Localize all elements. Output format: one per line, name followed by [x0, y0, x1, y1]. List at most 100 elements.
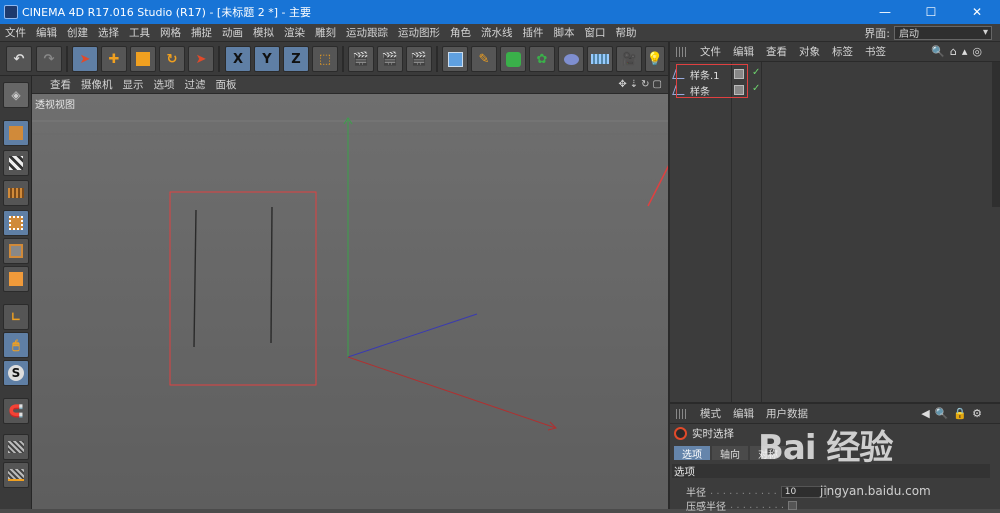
viewport-menu-view[interactable]: 查看	[32, 77, 76, 92]
home-icon[interactable]: ⌂	[950, 45, 957, 58]
menu-pipeline[interactable]: 流水线	[476, 25, 518, 40]
close-button[interactable]: ✕	[954, 0, 1000, 24]
mode-texture-button[interactable]	[3, 150, 29, 176]
world-axis-z	[347, 313, 478, 358]
tab-axis[interactable]: 轴向	[712, 446, 748, 461]
viewport-menu-options[interactable]: 选项	[149, 77, 180, 92]
magnet-button[interactable]: 🧲	[3, 398, 29, 424]
redo-button[interactable]: ↷	[36, 46, 62, 72]
menu-tools[interactable]: 工具	[124, 25, 155, 40]
coordinate-system-button[interactable]: ⬚	[312, 46, 338, 72]
flower-icon: ✿	[536, 51, 548, 67]
menu-render[interactable]: 渲染	[279, 25, 310, 40]
viewport-menu-camera[interactable]: 摄像机	[76, 77, 118, 92]
enabled-check-icon[interactable]: ✓	[752, 83, 760, 94]
render-settings-button[interactable]: 🎬	[406, 46, 432, 72]
menu-plugins[interactable]: 插件	[518, 25, 549, 40]
minimize-button[interactable]: —	[862, 0, 908, 24]
panel-grip-icon[interactable]	[676, 46, 688, 57]
menu-mesh[interactable]: 网格	[155, 25, 186, 40]
up-icon[interactable]: ▴	[962, 45, 968, 58]
am-menu-edit[interactable]: 编辑	[727, 406, 760, 421]
axis-x-button[interactable]: X	[225, 46, 251, 72]
search-icon[interactable]: 🔍	[931, 45, 945, 58]
viewport-menu-filter[interactable]: 过滤	[180, 77, 211, 92]
menu-snap[interactable]: 捕捉	[186, 25, 217, 40]
undo-button[interactable]: ↶	[6, 46, 32, 72]
menu-select[interactable]: 选择	[93, 25, 124, 40]
perspective-viewport[interactable]: 透视视图	[32, 94, 668, 509]
pressure-radius-label: 压感半径	[686, 502, 726, 513]
pen-button[interactable]: ✎	[471, 46, 497, 72]
mode-workplane-button[interactable]	[3, 180, 29, 206]
maximize-button[interactable]: ☐	[908, 0, 954, 24]
workplane-snap-button[interactable]	[3, 462, 29, 488]
maximize-view-icon[interactable]: ▢	[653, 79, 662, 90]
menu-motion-tracking[interactable]: 运动跟踪	[341, 25, 393, 40]
cube-button[interactable]	[442, 46, 468, 72]
om-menu-view[interactable]: 查看	[760, 44, 793, 59]
menu-mograph[interactable]: 运动图形	[393, 25, 445, 40]
cube-icon	[9, 126, 23, 140]
enabled-check-icon[interactable]: ✓	[752, 67, 760, 78]
toolbar-divider	[342, 46, 344, 72]
light-bulb-icon: 💡	[646, 51, 664, 67]
watermark-brand: Bai 经验	[758, 428, 893, 468]
deformer-button[interactable]	[558, 46, 584, 72]
mode-points-button[interactable]	[3, 210, 29, 236]
axis-z-button[interactable]: Z	[283, 46, 309, 72]
viewport-menu-panel[interactable]: 面板	[211, 77, 242, 92]
am-menu-mode[interactable]: 模式	[694, 406, 727, 421]
om-menu-tags[interactable]: 标签	[826, 44, 859, 59]
recent-tool-button[interactable]: ➤	[188, 46, 214, 72]
dolly-icon[interactable]: ⇣	[630, 79, 638, 90]
om-menu-objects[interactable]: 对象	[793, 44, 826, 59]
om-menu-edit[interactable]: 编辑	[727, 44, 760, 59]
live-select-button[interactable]: ➤	[72, 46, 98, 72]
snap-button[interactable]: S	[3, 360, 29, 386]
tab-options[interactable]: 选项	[674, 446, 710, 461]
om-menu-file[interactable]: 文件	[694, 44, 727, 59]
render-to-picture-viewer-button[interactable]: 🎬	[377, 46, 403, 72]
menu-character[interactable]: 角色	[445, 25, 476, 40]
mode-object-button[interactable]	[3, 120, 29, 146]
layout-dropdown[interactable]: 启动 ▾	[894, 25, 992, 40]
mode-model-button[interactable]: ◈	[3, 82, 29, 108]
render-view-button[interactable]: 🎬	[348, 46, 374, 72]
object-manager-scrollbar[interactable]	[992, 62, 1000, 207]
selection-highlight-box	[169, 191, 317, 386]
menu-edit[interactable]: 编辑	[31, 25, 62, 40]
light-button[interactable]: 💡	[645, 46, 665, 72]
object-manager-menubar: 文件 编辑 查看 对象 标签 书签 🔍 ⌂ ▴ ◎	[670, 42, 1000, 62]
axis-y-button[interactable]: Y	[254, 46, 280, 72]
tweak-mode-button[interactable]: 🖱	[3, 332, 29, 358]
mode-edges-button[interactable]	[3, 238, 29, 264]
menu-sculpt[interactable]: 雕刻	[310, 25, 341, 40]
pan-icon[interactable]: ✥	[618, 79, 626, 90]
mode-polygons-button[interactable]	[3, 266, 29, 292]
enable-axis-button[interactable]: ∟	[3, 304, 29, 330]
menu-simulate[interactable]: 模拟	[248, 25, 279, 40]
rotate-button[interactable]: ↻	[159, 46, 185, 72]
om-menu-bookmarks[interactable]: 书签	[859, 44, 892, 59]
pen-icon: ✎	[478, 51, 490, 67]
move-button[interactable]: ✚	[101, 46, 127, 72]
panel-grip-icon[interactable]	[676, 408, 688, 419]
menu-create[interactable]: 创建	[62, 25, 93, 40]
chevron-down-icon: ▾	[982, 27, 988, 38]
viewport-menu-display[interactable]: 显示	[118, 77, 149, 92]
array-button[interactable]: ✿	[529, 46, 555, 72]
workplane-lock-button[interactable]	[3, 434, 29, 460]
view-options-icon[interactable]: ◎	[972, 45, 982, 58]
subdivision-button[interactable]	[500, 46, 526, 72]
menu-script[interactable]: 脚本	[549, 25, 580, 40]
menu-file[interactable]: 文件	[0, 25, 31, 40]
camera-button[interactable]: 🎥	[616, 46, 642, 72]
menu-animate[interactable]: 动画	[217, 25, 248, 40]
object-manager: 文件 编辑 查看 对象 标签 书签 🔍 ⌂ ▴ ◎ 样条.1 样条 ✓ ✓	[668, 42, 1000, 402]
scale-button[interactable]	[130, 46, 156, 72]
orbit-icon[interactable]: ↻	[641, 79, 649, 90]
menu-window[interactable]: 窗口	[580, 25, 611, 40]
floor-button[interactable]	[587, 46, 613, 72]
menu-help[interactable]: 帮助	[611, 25, 642, 40]
